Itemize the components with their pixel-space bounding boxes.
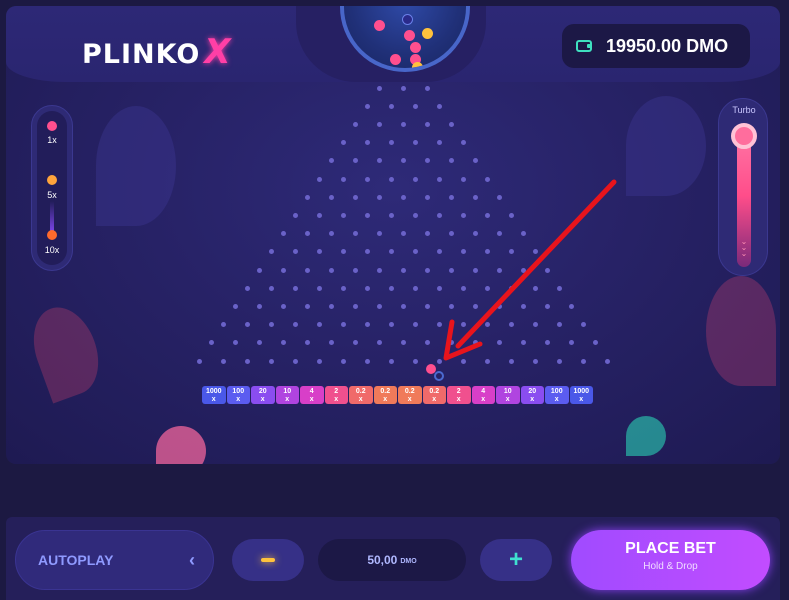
game-stage: PLINKO X 19950.00 DMO 1x 5x 10x Turbo ⌄ … xyxy=(0,0,789,600)
arrow-shaft xyxy=(455,179,617,349)
decrease-bet-button[interactable] xyxy=(232,539,304,581)
autoplay-button[interactable]: AUTOPLAY ‹ xyxy=(15,530,214,590)
control-bar: AUTOPLAY ‹ 50,00 DMO + PLACE BET Hold & … xyxy=(6,517,780,600)
plus-icon: + xyxy=(508,546,523,573)
place-bet-sublabel: Hold & Drop xyxy=(643,561,698,572)
place-bet-label: PLACE BET xyxy=(625,540,716,557)
bet-value: 50,00 xyxy=(367,553,398,567)
increase-bet-button[interactable]: + xyxy=(480,539,552,581)
bet-unit: DMO xyxy=(400,558,417,565)
autoplay-label: AUTOPLAY xyxy=(38,552,114,568)
place-bet-button[interactable]: PLACE BET Hold & Drop xyxy=(571,530,770,590)
game-board: PLINKO X 19950.00 DMO 1x 5x 10x Turbo ⌄ … xyxy=(6,6,780,464)
chevron-left-icon: ‹ xyxy=(189,549,195,570)
minus-icon xyxy=(261,558,275,562)
bet-amount-display: 50,00 DMO xyxy=(318,539,466,581)
red-arrow-annotation xyxy=(443,179,617,361)
